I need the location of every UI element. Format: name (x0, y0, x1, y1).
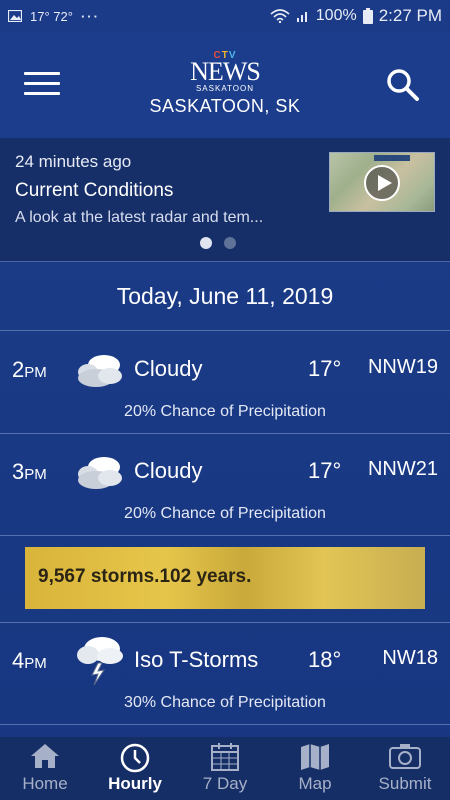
carousel-pager (200, 237, 236, 249)
thunderstorm-icon (77, 637, 123, 685)
home-icon (31, 744, 59, 768)
ad-banner[interactable]: 9,567 storms.102 years. (25, 547, 425, 609)
calendar-icon (211, 743, 239, 771)
news-time-ago: 24 minutes ago (15, 152, 132, 171)
nav-7-day[interactable]: 7 Day (180, 737, 270, 800)
battery-icon (362, 8, 373, 24)
forecast-date: Today, June 11, 2019 (0, 263, 450, 331)
gallery-icon (8, 10, 22, 22)
status-time: 2:27 PM (378, 6, 442, 25)
nav-label: Submit (378, 774, 432, 793)
temperature: 17° (308, 356, 342, 381)
wind: NW18 (382, 647, 438, 669)
status-left: 17° 72° ··· (8, 9, 100, 24)
nav-submit[interactable]: Submit (360, 737, 450, 800)
status-more-icon: ··· (80, 8, 100, 24)
signal-icon (296, 12, 307, 22)
temperature: 17° (308, 458, 342, 483)
status-bar: 17° 72° ··· 100% 2:27 PM (0, 0, 450, 32)
nav-map[interactable]: Map (270, 737, 360, 800)
nav-label: Hourly (108, 774, 162, 793)
wifi-icon (270, 9, 290, 23)
hour-row[interactable]: 3PM Cloudy 17° NNW21 20% Chance of Preci… (0, 434, 450, 536)
hour-row[interactable]: 4PM Iso T-Storms 18° NW18 30% Chance of … (0, 623, 450, 725)
condition-text: Cloudy (134, 458, 203, 483)
map-icon (301, 744, 329, 770)
search-icon[interactable] (386, 68, 420, 102)
condition-text: Cloudy (134, 356, 203, 381)
video-thumbnail[interactable] (329, 152, 435, 212)
nav-home[interactable]: Home (0, 737, 90, 800)
hour-label: 3PM (12, 459, 47, 484)
camera-icon (389, 744, 421, 769)
play-icon[interactable] (364, 165, 400, 201)
precipitation-chance: 20% Chance of Precipitation (124, 505, 326, 522)
nav-hourly[interactable]: Hourly (90, 737, 180, 800)
logo-city: SASKATOON (195, 84, 255, 93)
hour-label: 2PM (12, 357, 47, 382)
ad-text: 9,567 storms.102 years. (38, 566, 252, 587)
news-title: Current Conditions (15, 180, 174, 201)
wind: NNW19 (367, 356, 438, 378)
radar-label (374, 155, 410, 161)
pager-dot[interactable] (200, 237, 212, 249)
condition-text: Iso T-Storms (134, 647, 259, 672)
battery-percent: 100% (315, 7, 357, 24)
clock-icon (120, 743, 150, 773)
wind: NNW21 (367, 458, 438, 480)
hour-row[interactable]: 2PM Cloudy 17° NNW19 20% Chance of Preci… (0, 332, 450, 434)
news-description: A look at the latest radar and tem... (15, 209, 264, 226)
hour-label: 4PM (12, 648, 47, 673)
nav-label: 7 Day (202, 774, 248, 793)
precipitation-chance: 20% Chance of Precipitation (124, 403, 326, 420)
temperature: 18° (308, 647, 342, 672)
cloudy-icon (78, 355, 122, 387)
status-weather: 17° 72° (30, 8, 73, 24)
nav-label: Home (22, 774, 68, 793)
location-title: SASKATOON, SK (149, 96, 301, 116)
cloudy-icon (78, 457, 122, 489)
bottom-nav: Home Hourly 7 Day Map Submit (0, 737, 450, 800)
precipitation-chance: 30% Chance of Precipitation (124, 694, 326, 711)
logo-news: NEWS (190, 57, 261, 86)
status-right: 100% 2:27 PM (270, 6, 442, 26)
pager-dot[interactable] (224, 237, 236, 249)
nav-label: Map (298, 774, 332, 793)
app-header: CTV NEWS SASKATOON SASKATOON, SK (0, 32, 450, 138)
ctv-news-logo: CTV NEWS SASKATOON (0, 50, 450, 93)
